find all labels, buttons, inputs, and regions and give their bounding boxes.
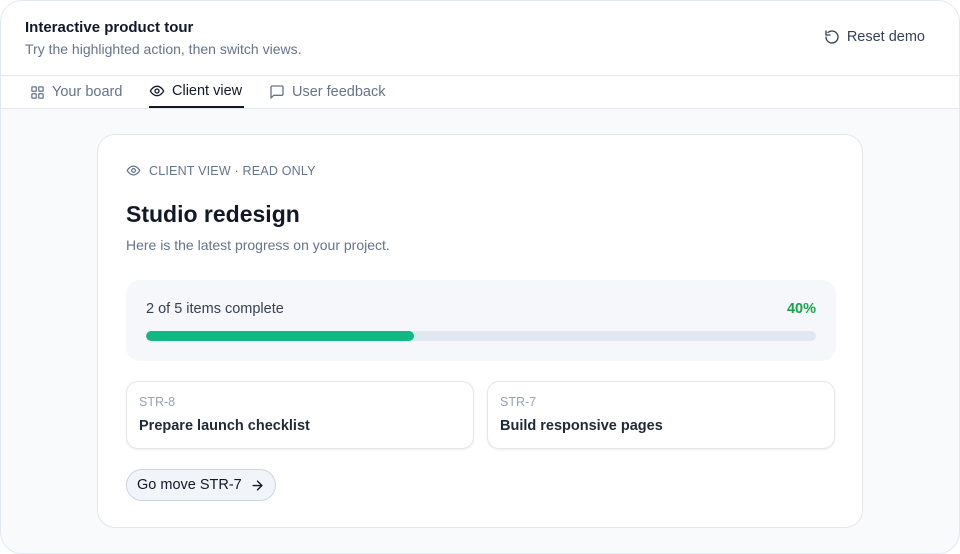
eyebrow-label: CLIENT VIEW · READ ONLY (149, 163, 316, 178)
issue-title: Prepare launch checklist (139, 418, 310, 434)
client-view-card: CLIENT VIEW · READ ONLY Studio redesign … (97, 134, 863, 528)
view-tabs: Your board Client view User feedback (1, 76, 959, 109)
reset-demo-button[interactable]: Reset demo (824, 29, 925, 45)
progress-bar-fill (146, 331, 414, 341)
tour-window: Interactive product tour Try the highlig… (0, 0, 960, 554)
issue-card-str-8[interactable]: STR-8 Prepare launch checklist (126, 381, 474, 449)
eye-icon (149, 83, 165, 99)
grid-icon (30, 85, 45, 100)
eye-icon (126, 163, 141, 178)
issue-title: Build responsive pages (500, 418, 663, 434)
cta-label: Go move STR-7 (137, 477, 242, 493)
progress-panel: 2 of 5 items complete 40% (126, 280, 836, 361)
progress-label: 2 of 5 items complete (146, 301, 284, 317)
reset-demo-label: Reset demo (846, 29, 925, 45)
tab-label: Your board (52, 84, 123, 100)
project-title: Studio redesign (126, 201, 300, 227)
read-only-eyebrow: CLIENT VIEW · READ ONLY (126, 163, 316, 178)
progress-percent: 40% (786, 301, 816, 317)
tour-subtitle: Try the highlighted action, then switch … (25, 41, 302, 57)
progress-bar (146, 331, 816, 341)
issue-list: STR-8 Prepare launch checklist STR-7 Bui… (126, 381, 836, 449)
tour-title: Interactive product tour (25, 19, 194, 36)
tab-your-board[interactable]: Your board (30, 76, 122, 108)
tab-label: User feedback (292, 84, 386, 100)
tour-header: Interactive product tour Try the highlig… (1, 1, 959, 76)
issue-key: STR-8 (139, 395, 176, 409)
rotate-ccw-icon (824, 29, 840, 45)
tab-label: Client view (172, 83, 243, 99)
issue-key: STR-7 (500, 395, 537, 409)
project-description: Here is the latest progress on your proj… (126, 237, 390, 253)
issue-card-str-7[interactable]: STR-7 Build responsive pages (487, 381, 835, 449)
arrow-right-icon (250, 478, 265, 493)
go-move-str-7-button[interactable]: Go move STR-7 (126, 469, 276, 501)
tab-client-view[interactable]: Client view (149, 76, 244, 108)
message-square-icon (269, 84, 285, 100)
tab-user-feedback[interactable]: User feedback (269, 76, 386, 108)
